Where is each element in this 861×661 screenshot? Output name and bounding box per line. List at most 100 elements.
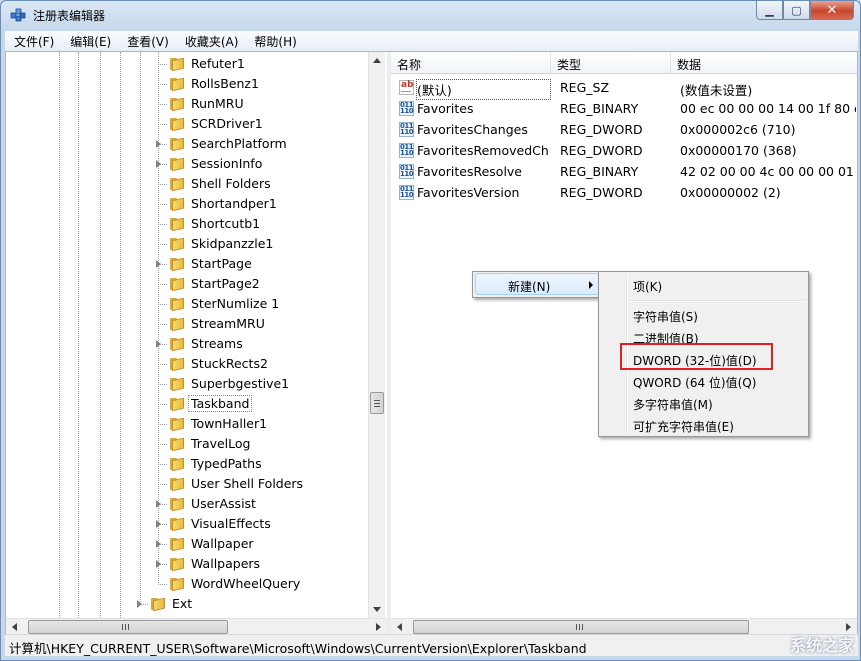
tree-item[interactable]: SCRDriver1	[6, 114, 376, 134]
tree-item[interactable]: VisualEffects	[6, 514, 376, 534]
tree-item[interactable]: TownHaller1	[6, 414, 376, 434]
column-type[interactable]: 类型	[551, 52, 671, 74]
tree-item[interactable]: User Shell Folders	[6, 474, 376, 494]
tree-item[interactable]: Shortandper1	[6, 194, 376, 214]
tree-scroll-thumb[interactable]	[370, 392, 384, 414]
tree-item[interactable]: Wallpaper	[6, 534, 376, 554]
tree-item[interactable]: Shortcutb1	[6, 214, 376, 234]
tree-connector	[158, 84, 167, 85]
tree-item[interactable]: Wallpapers	[6, 554, 376, 574]
scroll-right-icon[interactable]	[376, 623, 381, 631]
expand-arrow-icon[interactable]	[156, 160, 161, 168]
menu-item-new[interactable]: 新建(N)	[475, 273, 599, 295]
minimize-button[interactable]: ▁	[756, 1, 783, 20]
expand-arrow-icon[interactable]	[156, 260, 161, 268]
folder-icon	[170, 157, 186, 172]
tree-item[interactable]: SearchPlatform	[6, 134, 376, 154]
expand-arrow-icon[interactable]	[156, 540, 161, 548]
scroll-left-icon[interactable]	[397, 623, 402, 631]
close-button[interactable]: ✕	[810, 1, 854, 20]
expand-arrow-icon[interactable]	[156, 140, 161, 148]
scroll-left-icon[interactable]	[12, 623, 17, 631]
folder-icon	[170, 477, 186, 492]
expand-arrow-icon[interactable]	[137, 600, 142, 608]
menu-item-qword-value[interactable]: QWORD (64 位)值(Q)	[601, 370, 806, 392]
tree-item[interactable]: WordWheelQuery	[6, 574, 376, 594]
expand-arrow-icon[interactable]	[156, 560, 161, 568]
folder-icon	[170, 57, 186, 72]
expand-arrow-icon[interactable]	[156, 500, 161, 508]
tree-item[interactable]: RunMRU	[6, 94, 376, 114]
folder-icon	[151, 597, 167, 612]
menu-view[interactable]: 查看(V)	[118, 33, 176, 50]
tree-item[interactable]: StartPage	[6, 254, 376, 274]
tree-connector	[158, 244, 167, 245]
menu-edit[interactable]: 编辑(E)	[61, 33, 118, 50]
tree-hscroll-thumb[interactable]	[28, 620, 228, 634]
maximize-button[interactable]: ▢	[783, 1, 810, 20]
tree-item[interactable]: RollsBenz1	[6, 74, 376, 94]
column-data[interactable]: 数据	[671, 52, 857, 74]
menu-help[interactable]: 帮助(H)	[245, 33, 303, 50]
tree-item-label: Shell Folders	[191, 176, 271, 191]
list-hscroll-thumb[interactable]	[413, 620, 749, 634]
menu-file[interactable]: 文件(F)	[5, 33, 61, 50]
value-row[interactable]: 011 110 FavoritesChanges REG_DWORD 0x000002c…	[391, 119, 857, 140]
tree-item[interactable]: Superbgestive1	[6, 374, 376, 394]
tree-item-label: UserAssist	[191, 496, 256, 511]
tree-item[interactable]: SessionInfo	[6, 154, 376, 174]
folder-icon	[170, 237, 186, 252]
expand-arrow-icon[interactable]	[156, 340, 161, 348]
expand-arrow-icon[interactable]	[156, 520, 161, 528]
menu-item-multi-string-value-label: 多字符串值(M)	[633, 398, 713, 412]
tree-item-label: Wallpaper	[191, 536, 254, 551]
tree-item[interactable]: StartPage2	[6, 274, 376, 294]
tree-item[interactable]: UserAssist	[6, 494, 376, 514]
context-menu: 新建(N)	[472, 271, 602, 298]
tree-item[interactable]: TravelLog	[6, 434, 376, 454]
scroll-up-icon[interactable]	[373, 58, 381, 63]
value-row[interactable]: ab (默认) REG_SZ (数值未设置)	[391, 77, 857, 100]
tree-item[interactable]: TypedPaths	[6, 454, 376, 474]
title-bar[interactable]: 注册表编辑器 ▁ ▢ ✕	[1, 1, 860, 30]
scroll-down-icon[interactable]	[373, 607, 381, 612]
column-name[interactable]: 名称	[391, 52, 551, 74]
menu-bar: 文件(F) 编辑(E) 查看(V) 收藏夹(A) 帮助(H)	[5, 31, 858, 51]
tree-item[interactable]: Taskband	[6, 394, 376, 414]
tree-vertical-scrollbar[interactable]	[368, 52, 385, 618]
value-row[interactable]: 011 110 FavoritesRemovedCh... REG_DWORD 0x00…	[391, 140, 857, 161]
value-row[interactable]: 011 110 Favorites REG_BINARY 00 ec 00 00 00 …	[391, 98, 857, 119]
tree-connector	[158, 204, 167, 205]
tree-item-label: StartPage	[191, 256, 252, 271]
tree-item[interactable]: StreamMRU	[6, 314, 376, 334]
tree-item[interactable]: Skidpanzzle1	[6, 234, 376, 254]
menu-item-key[interactable]: 项(K)	[601, 274, 806, 296]
folder-icon	[170, 297, 186, 312]
value-row[interactable]: 011 110 FavoritesResolve REG_BINARY 42 02 00…	[391, 161, 857, 182]
tree-item[interactable]: SterNumlize 1	[6, 294, 376, 314]
folder-icon	[170, 257, 186, 272]
tree-item[interactable]: Refuter1	[6, 54, 376, 74]
tree-item[interactable]: Ext	[6, 594, 376, 614]
folder-icon	[170, 417, 186, 432]
string-value-icon: ab	[399, 80, 414, 95]
tree-item[interactable]: Streams	[6, 334, 376, 354]
folder-icon	[170, 97, 186, 112]
menu-item-string-value[interactable]: 字符串值(S)	[601, 304, 806, 326]
tree-item[interactable]: StuckRects2	[6, 354, 376, 374]
value-row[interactable]: 011 110 FavoritesVersion REG_DWORD 0x0000000…	[391, 182, 857, 203]
value-name: FavoritesVersion	[417, 185, 520, 200]
value-name: FavoritesRemovedCh...	[417, 143, 550, 158]
value-data: 0x000002c6 (710)	[680, 122, 796, 137]
folder-icon	[170, 277, 186, 292]
menu-favorites[interactable]: 收藏夹(A)	[176, 33, 246, 50]
tree-item-label: Shortandper1	[191, 196, 277, 211]
menu-item-multi-string-value[interactable]: 多字符串值(M)	[601, 392, 806, 414]
tree-item[interactable]: Shell Folders	[6, 174, 376, 194]
menu-item-expandable-string-value[interactable]: 可扩充字符串值(E)	[601, 414, 806, 436]
scroll-right-icon[interactable]	[846, 623, 851, 631]
folder-icon	[170, 397, 186, 412]
tree-item-label: StuckRects2	[191, 356, 268, 371]
list-horizontal-scrollbar[interactable]	[391, 618, 857, 635]
tree-horizontal-scrollbar[interactable]	[6, 618, 387, 635]
